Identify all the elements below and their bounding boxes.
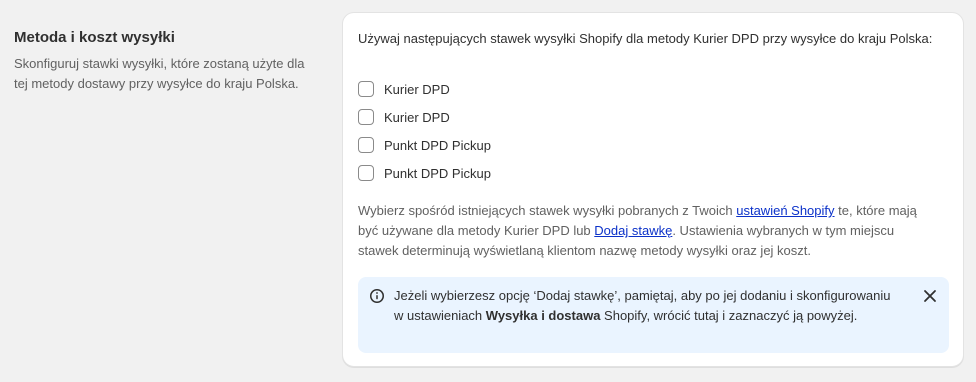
info-banner: Jeżeli wybierzesz opcję ‘Dodaj stawkę’, … [358, 277, 949, 353]
rate-option-label: Punkt DPD Pickup [384, 165, 491, 181]
shopify-settings-link[interactable]: ustawień Shopify [736, 203, 834, 218]
rate-checkbox[interactable] [358, 81, 374, 97]
section-title: Metoda i koszt wysyłki [14, 29, 175, 46]
rate-option-label: Kurier DPD [384, 109, 450, 125]
rates-intro: Używaj następujących stawek wysyłki Shop… [358, 31, 933, 46]
banner-text-bold: Wysyłka i dostawa [485, 308, 601, 323]
help-text-part: Wybierz spośród istniejących stawek wysy… [358, 203, 737, 218]
rate-option[interactable]: Kurier DPD [358, 75, 491, 103]
rate-option[interactable]: Punkt DPD Pickup [358, 159, 491, 187]
rates-help-text: Wybierz spośród istniejących stawek wysy… [358, 201, 938, 261]
shipping-rates-card: Używaj następujących stawek wysyłki Shop… [342, 12, 964, 367]
rate-option-label: Punkt DPD Pickup [384, 137, 491, 153]
close-icon[interactable] [921, 287, 939, 305]
rate-checkbox[interactable] [358, 109, 374, 125]
banner-message: Jeżeli wybierzesz opcję ‘Dodaj stawkę’, … [394, 286, 894, 326]
info-icon [370, 289, 384, 303]
rate-checkbox[interactable] [358, 165, 374, 181]
add-rate-link[interactable]: Dodaj stawkę [594, 223, 672, 238]
banner-text-part: Shopify, wrócić tutaj i zaznaczyć ją pow… [600, 308, 858, 323]
rate-option[interactable]: Punkt DPD Pickup [358, 131, 491, 159]
section-text: Skonfiguruj stawki wysyłki, które zostan… [14, 56, 305, 91]
rate-option[interactable]: Kurier DPD [358, 103, 491, 131]
rate-checkbox[interactable] [358, 137, 374, 153]
rate-options-list: Kurier DPD Kurier DPD Punkt DPD Pickup P… [358, 75, 491, 187]
rate-option-label: Kurier DPD [384, 81, 450, 97]
section-description: Metoda i koszt wysyłki Skonfiguruj stawk… [14, 26, 314, 94]
